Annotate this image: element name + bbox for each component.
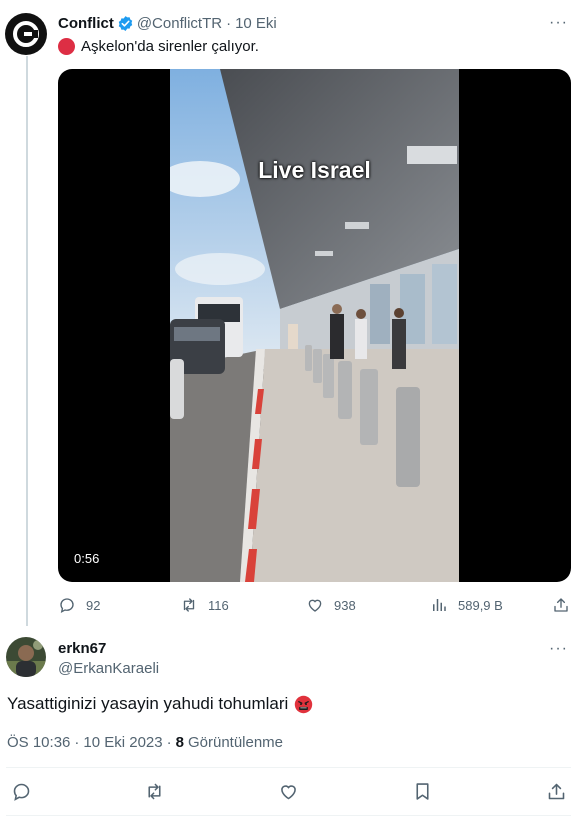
reply-actions: [0, 781, 582, 805]
tweet-header: Conflict @ConflictTR · 10 Eki: [58, 15, 277, 32]
reply-date[interactable]: 10 Eki 2023: [83, 734, 162, 751]
bookmark-icon: [416, 783, 429, 800]
conflict-logo-icon: [13, 21, 39, 47]
reply-meta: ÖS 10:36 · 10 Eki 2023 · 8 Görüntülenme: [7, 734, 283, 751]
share-button[interactable]: [546, 781, 567, 807]
separator-dot: ·: [74, 734, 80, 751]
reply-count: 92: [86, 597, 101, 613]
reply-author-handle[interactable]: @ErkanKaraeli: [58, 660, 159, 677]
repost-icon: [148, 783, 161, 800]
red-circle-emoji-icon: [58, 38, 75, 55]
repost-icon: [183, 598, 195, 612]
like-button[interactable]: 938: [306, 596, 356, 614]
share-icon: [554, 598, 568, 612]
reply-avatar[interactable]: [6, 637, 46, 677]
views-button[interactable]: 589,9 B: [430, 596, 503, 614]
reply-time[interactable]: ÖS 10:36: [7, 734, 70, 751]
video-duration: 0:56: [68, 549, 106, 568]
tweet-actions: 92 116 938 589,9 B: [58, 596, 574, 616]
reply-button[interactable]: [11, 781, 32, 807]
analytics-icon: [433, 599, 446, 611]
thread-line: [26, 56, 28, 626]
user-photo-icon: [6, 637, 46, 677]
verified-badge-icon[interactable]: [117, 15, 134, 32]
video-thumbnail: [170, 69, 459, 582]
reply-author-name[interactable]: erkn67: [58, 640, 106, 657]
more-options-icon[interactable]: ···: [549, 14, 568, 32]
author-handle[interactable]: @ConflictTR: [137, 15, 222, 32]
separator-dot: ·: [166, 734, 172, 751]
video-player[interactable]: Live Israel 0:56: [58, 69, 571, 582]
repost-button[interactable]: [144, 781, 165, 807]
reply-icon: [60, 598, 74, 614]
video-frame[interactable]: Live Israel: [170, 69, 459, 582]
like-button[interactable]: [278, 781, 299, 807]
author-name[interactable]: Conflict: [58, 15, 114, 32]
heart-icon: [308, 599, 322, 612]
reply-text-content: Yasattiginizi yasayin yahudi tohumlari: [7, 694, 289, 713]
bookmark-button[interactable]: [412, 781, 433, 807]
heart-icon: [281, 785, 296, 800]
like-count: 938: [334, 597, 356, 613]
repost-count: 116: [208, 597, 229, 613]
reply-view-count: 8: [175, 734, 184, 751]
share-button[interactable]: [552, 596, 580, 614]
share-icon: [548, 783, 565, 800]
reply-views-label: Görüntülenme: [187, 734, 284, 751]
separator-dot: ·: [226, 15, 232, 32]
repost-button[interactable]: 116: [180, 596, 229, 614]
reply-text: Yasattiginizi yasayin yahudi tohumlari: [7, 694, 313, 714]
tweet-date[interactable]: 10 Eki: [235, 15, 277, 32]
reply-button[interactable]: 92: [58, 596, 100, 614]
divider: [6, 815, 571, 816]
angry-face-emoji-icon: [295, 695, 313, 713]
tweet-text: Aşkelon'da sirenler çalıyor.: [58, 38, 259, 55]
reply-more-options-icon[interactable]: ···: [549, 640, 568, 658]
reply-icon: [13, 783, 30, 801]
divider: [6, 767, 571, 768]
avatar[interactable]: [5, 13, 47, 55]
video-overlay-text: Live Israel: [258, 157, 371, 183]
tweet-text-content: Aşkelon'da sirenler çalıyor.: [81, 38, 259, 55]
views-count: 589,9 B: [458, 597, 503, 613]
